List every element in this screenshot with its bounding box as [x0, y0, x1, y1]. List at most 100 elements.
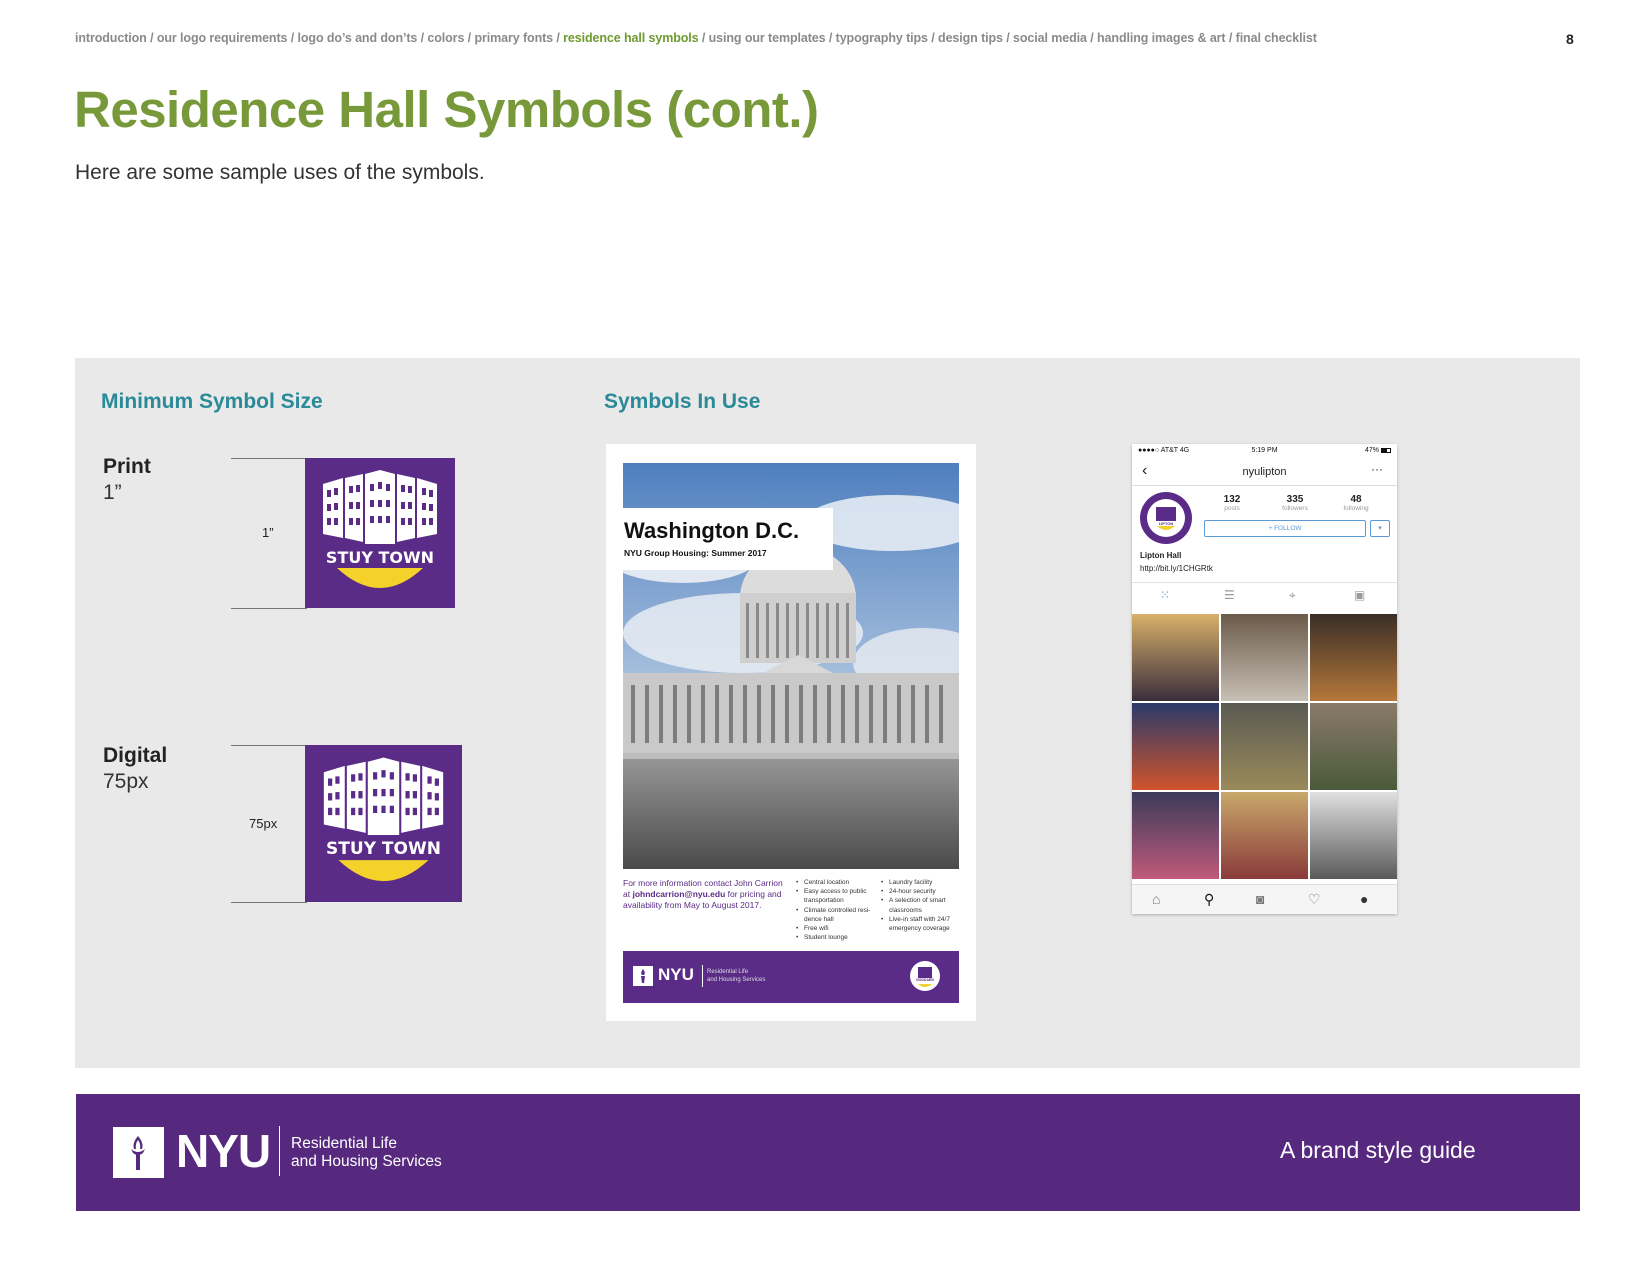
- chevron-down-icon[interactable]: ▾: [1370, 520, 1390, 537]
- poster-contact: For more information contact John Carrio…: [623, 878, 783, 910]
- breadcrumb: introduction / our logo requirements / l…: [75, 31, 1455, 45]
- breadcrumb-separator: /: [553, 31, 564, 45]
- print-size-value: 1”: [103, 481, 122, 504]
- breadcrumb-separator: /: [927, 31, 939, 45]
- photo-thumbnail[interactable]: [1221, 703, 1308, 790]
- list-item: Climate controlled resi-dence hall: [796, 906, 876, 924]
- breadcrumb-item[interactable]: final checklist: [1236, 31, 1317, 45]
- avatar: LIPTON: [1140, 492, 1192, 544]
- instagram-mockup: ●●●●○ AT&T 4G 5:19 PM 47% ‹ nyulipton ··…: [1132, 444, 1397, 914]
- photo-thumbnail[interactable]: [1310, 792, 1397, 879]
- poster-title-box: Washington D.C. NYU Group Housing: Summe…: [623, 508, 833, 570]
- more-options-icon[interactable]: ···: [1371, 462, 1383, 476]
- follow-button[interactable]: + FOLLOW: [1204, 520, 1366, 537]
- list-item: Laundry facility: [881, 878, 961, 887]
- breadcrumb-item[interactable]: residence hall symbols: [563, 31, 698, 45]
- list-item: Student lounge: [796, 933, 876, 942]
- poster-amenities-left: Central location Easy access to public t…: [796, 878, 876, 943]
- profile-icon[interactable]: ●: [1360, 891, 1368, 907]
- breadcrumb-separator: /: [1086, 31, 1098, 45]
- stuy-town-symbol-digital: STUY TOWN: [305, 745, 462, 902]
- photo-thumbnail[interactable]: [1132, 703, 1219, 790]
- footer-band: NYU Residential Life and Housing Service…: [76, 1094, 1580, 1211]
- footer-department: Residential Life and Housing Services: [291, 1135, 442, 1170]
- grid-view-icon[interactable]: ⁙: [1160, 588, 1170, 602]
- tagged-icon[interactable]: ▣: [1354, 588, 1365, 602]
- page-title: Residence Hall Symbols (cont.): [74, 81, 819, 138]
- measure-line-bottom: [231, 608, 307, 609]
- poster-subtitle: NYU Group Housing: Summer 2017: [624, 548, 767, 558]
- photo-thumbnail[interactable]: [1132, 614, 1219, 701]
- list-item: A selection of smart classrooms: [881, 896, 961, 914]
- breadcrumb-item[interactable]: design tips: [938, 31, 1003, 45]
- measure-line-top-digital: [231, 745, 307, 746]
- bio-link[interactable]: http://bit.ly/1CHGRtk: [1140, 564, 1213, 573]
- print-measure-label: 1”: [262, 525, 274, 540]
- breadcrumb-separator: /: [287, 31, 298, 45]
- divider: [702, 965, 703, 987]
- print-label: Print: [103, 455, 151, 478]
- breadcrumb-separator: /: [1225, 31, 1236, 45]
- list-item: Free wifi: [796, 924, 876, 933]
- profile-username: nyulipton: [1242, 466, 1287, 478]
- photo-thumbnail[interactable]: [1221, 614, 1308, 701]
- bio-name: Lipton Hall: [1140, 551, 1182, 560]
- photo-thumbnail[interactable]: [1310, 614, 1397, 701]
- profile-tabs: ⁙ ☰ ⌖ ▣: [1132, 582, 1397, 607]
- stuy-town-symbol-print: STUY TOWN: [305, 458, 455, 608]
- profile-navbar: ‹ nyulipton ···: [1132, 458, 1397, 486]
- stat-followers: 335 followers: [1282, 494, 1308, 512]
- page-number: 8: [1566, 31, 1574, 47]
- status-bar: ●●●●○ AT&T 4G 5:19 PM 47%: [1132, 444, 1397, 458]
- poster-sample: Washington D.C. NYU Group Housing: Summe…: [606, 444, 976, 1021]
- photo-grid: [1132, 614, 1397, 879]
- poster-band-dept: Residential Life and Housing Services: [707, 969, 766, 983]
- battery-icon: [1381, 448, 1391, 453]
- photo-thumbnail[interactable]: [1310, 703, 1397, 790]
- breadcrumb-item[interactable]: our logo requirements: [157, 31, 288, 45]
- breadcrumb-separator: /: [1002, 31, 1014, 45]
- footer-tagline: A brand style guide: [1280, 1137, 1476, 1163]
- breadcrumb-item[interactable]: colors: [427, 31, 464, 45]
- goddard-badge: GODDARD: [910, 961, 940, 991]
- measure-line-bottom-digital: [231, 902, 307, 903]
- list-item: Easy access to public transportation: [796, 887, 876, 905]
- breadcrumb-item[interactable]: primary fonts: [474, 31, 553, 45]
- breadcrumb-separator: /: [146, 31, 157, 45]
- location-icon[interactable]: ⌖: [1289, 588, 1296, 603]
- list-item: 24-hour security: [881, 887, 961, 896]
- list-item: Live-in staff with 24/7 emergency covera…: [881, 915, 961, 933]
- app-bottom-bar: ⌂ ⚲ ◙ ♡ ●: [1132, 884, 1397, 914]
- breadcrumb-separator: /: [464, 31, 475, 45]
- breadcrumb-item[interactable]: introduction: [75, 31, 147, 45]
- breadcrumb-item[interactable]: social media: [1013, 31, 1087, 45]
- symbols-in-use-heading: Symbols In Use: [604, 390, 761, 413]
- minimum-size-heading: Minimum Symbol Size: [101, 390, 323, 413]
- breadcrumb-separator: /: [698, 31, 709, 45]
- clock-text: 5:19 PM: [1251, 447, 1278, 454]
- heart-icon[interactable]: ♡: [1308, 891, 1321, 908]
- digital-symbol-text: STUY TOWN: [326, 839, 441, 859]
- list-view-icon[interactable]: ☰: [1224, 588, 1235, 602]
- photo-thumbnail[interactable]: [1132, 792, 1219, 879]
- digital-measure-label: 75px: [249, 816, 278, 831]
- search-icon[interactable]: ⚲: [1204, 891, 1214, 908]
- photo-thumbnail[interactable]: [1221, 792, 1308, 879]
- camera-icon[interactable]: ◙: [1256, 891, 1264, 907]
- print-symbol-text: STUY TOWN: [325, 548, 435, 567]
- breadcrumb-item[interactable]: using our templates: [709, 31, 826, 45]
- divider: [279, 1126, 280, 1176]
- home-icon[interactable]: ⌂: [1152, 891, 1160, 907]
- breadcrumb-item[interactable]: typography tips: [836, 31, 928, 45]
- breadcrumb-item[interactable]: logo do’s and don’ts: [298, 31, 418, 45]
- battery-percent: 47%: [1364, 447, 1379, 454]
- digital-size-value: 75px: [103, 770, 149, 793]
- breadcrumb-separator: /: [825, 31, 836, 45]
- torch-icon: [113, 1127, 164, 1178]
- measure-line-top: [231, 458, 307, 459]
- poster-amenities-right: Laundry facility 24-hour security A sele…: [881, 878, 961, 933]
- list-item: Central location: [796, 878, 876, 887]
- breadcrumb-item[interactable]: handling images & art: [1097, 31, 1226, 45]
- building-icon: [323, 470, 437, 588]
- footer-brand: NYU: [176, 1125, 271, 1177]
